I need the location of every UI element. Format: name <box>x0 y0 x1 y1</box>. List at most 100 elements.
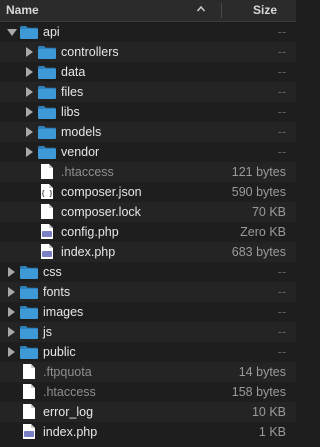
file-row-dot-ftpquota[interactable]: .ftpquota 14 bytes <box>0 362 296 382</box>
item-name: css <box>43 265 62 279</box>
item-name: composer.json <box>61 185 142 199</box>
file-row-composer-json[interactable]: composer.json 590 bytes <box>0 182 296 202</box>
folder-icon <box>19 344 39 363</box>
item-name: error_log <box>43 405 94 419</box>
item-name: index.php <box>43 425 98 439</box>
folder-icon <box>37 144 57 163</box>
item-name: .htaccess <box>61 165 114 179</box>
item-name: public <box>43 345 76 359</box>
disclosure-collapsed-icon[interactable] <box>8 287 15 297</box>
item-name: libs <box>61 105 80 119</box>
item-size: 70 KB <box>251 205 286 219</box>
column-divider[interactable] <box>221 3 222 18</box>
document-icon <box>22 383 36 403</box>
file-row-dot-htaccess[interactable]: .htaccess 158 bytes <box>0 382 296 402</box>
item-size: -- <box>277 325 286 339</box>
document-icon <box>40 163 54 183</box>
file-row-composer-lock[interactable]: composer.lock 70 KB <box>0 202 296 222</box>
json-file-icon <box>40 183 54 203</box>
item-size: 683 bytes <box>231 245 286 259</box>
item-size: -- <box>277 105 286 119</box>
disclosure-collapsed-icon[interactable] <box>8 327 15 337</box>
folder-row-images[interactable]: images -- <box>0 302 296 322</box>
item-name: images <box>43 305 84 319</box>
folder-row-vendor[interactable]: vendor -- <box>0 142 296 162</box>
folder-row-files[interactable]: files -- <box>0 82 296 102</box>
file-row-index-php[interactable]: index.php 683 bytes <box>0 242 296 262</box>
item-size: -- <box>277 85 286 99</box>
item-size: -- <box>277 285 286 299</box>
disclosure-collapsed-icon[interactable] <box>26 107 33 117</box>
item-size: -- <box>277 265 286 279</box>
item-size: 10 KB <box>251 405 286 419</box>
item-name: index.php <box>61 245 116 259</box>
size-column-header[interactable]: Size <box>253 3 277 17</box>
column-header: Name Size <box>0 0 296 22</box>
item-size: -- <box>277 45 286 59</box>
disclosure-collapsed-icon[interactable] <box>26 67 33 77</box>
document-icon <box>40 203 54 223</box>
item-size: 590 bytes <box>231 185 286 199</box>
item-size: 121 bytes <box>231 165 286 179</box>
item-size: 158 bytes <box>231 385 286 399</box>
item-size: -- <box>277 125 286 139</box>
item-name: js <box>43 325 53 339</box>
file-row-error-log[interactable]: error_log 10 KB <box>0 402 296 422</box>
disclosure-collapsed-icon[interactable] <box>8 267 15 277</box>
php-file-icon <box>40 223 54 243</box>
disclosure-collapsed-icon[interactable] <box>26 147 33 157</box>
item-name: models <box>61 125 102 139</box>
item-name: .htaccess <box>43 385 96 399</box>
folder-row-fonts[interactable]: fonts -- <box>0 282 296 302</box>
folder-icon <box>19 24 39 43</box>
item-name: composer.lock <box>61 205 141 219</box>
name-column-header[interactable]: Name <box>6 3 39 17</box>
document-icon <box>22 363 36 383</box>
item-name: api <box>43 25 60 39</box>
folder-icon <box>19 324 39 343</box>
folder-row-libs[interactable]: libs -- <box>0 102 296 122</box>
folder-row-api[interactable]: api -- <box>0 22 296 42</box>
folder-icon <box>37 44 57 63</box>
folder-row-controllers[interactable]: controllers -- <box>0 42 296 62</box>
item-size: 1 KB <box>258 425 286 439</box>
item-size: -- <box>277 25 286 39</box>
item-size: Zero KB <box>240 225 286 239</box>
item-size: -- <box>277 145 286 159</box>
disclosure-expanded-icon[interactable] <box>7 29 17 36</box>
item-size: -- <box>277 65 286 79</box>
folder-icon <box>19 284 39 303</box>
folder-icon <box>19 304 39 323</box>
folder-icon <box>37 64 57 83</box>
disclosure-collapsed-icon[interactable] <box>8 307 15 317</box>
php-file-icon <box>22 423 36 443</box>
file-row-config-php[interactable]: config.php Zero KB <box>0 222 296 242</box>
chevron-up-icon[interactable] <box>196 1 206 17</box>
file-row-index-php[interactable]: index.php 1 KB <box>0 422 296 442</box>
folder-icon <box>37 104 57 123</box>
disclosure-collapsed-icon[interactable] <box>8 347 15 357</box>
disclosure-collapsed-icon[interactable] <box>26 47 33 57</box>
folder-icon <box>37 124 57 143</box>
item-name: vendor <box>61 145 100 159</box>
folder-row-public[interactable]: public -- <box>0 342 296 362</box>
disclosure-collapsed-icon[interactable] <box>26 87 33 97</box>
item-size: -- <box>277 305 286 319</box>
file-list: api -- controllers -- data -- files -- libs -- mod… <box>0 22 296 442</box>
folder-icon <box>37 84 57 103</box>
item-name: fonts <box>43 285 71 299</box>
file-row-dot-htaccess[interactable]: .htaccess 121 bytes <box>0 162 296 182</box>
item-name: data <box>61 65 86 79</box>
item-name: .ftpquota <box>43 365 92 379</box>
folder-row-models[interactable]: models -- <box>0 122 296 142</box>
folder-row-css[interactable]: css -- <box>0 262 296 282</box>
php-file-icon <box>40 243 54 263</box>
disclosure-collapsed-icon[interactable] <box>26 127 33 137</box>
item-size: -- <box>277 345 286 359</box>
folder-row-data[interactable]: data -- <box>0 62 296 82</box>
folder-icon <box>19 264 39 283</box>
item-name: files <box>61 85 84 99</box>
item-name: config.php <box>61 225 119 239</box>
document-icon <box>22 403 36 423</box>
folder-row-js[interactable]: js -- <box>0 322 296 342</box>
